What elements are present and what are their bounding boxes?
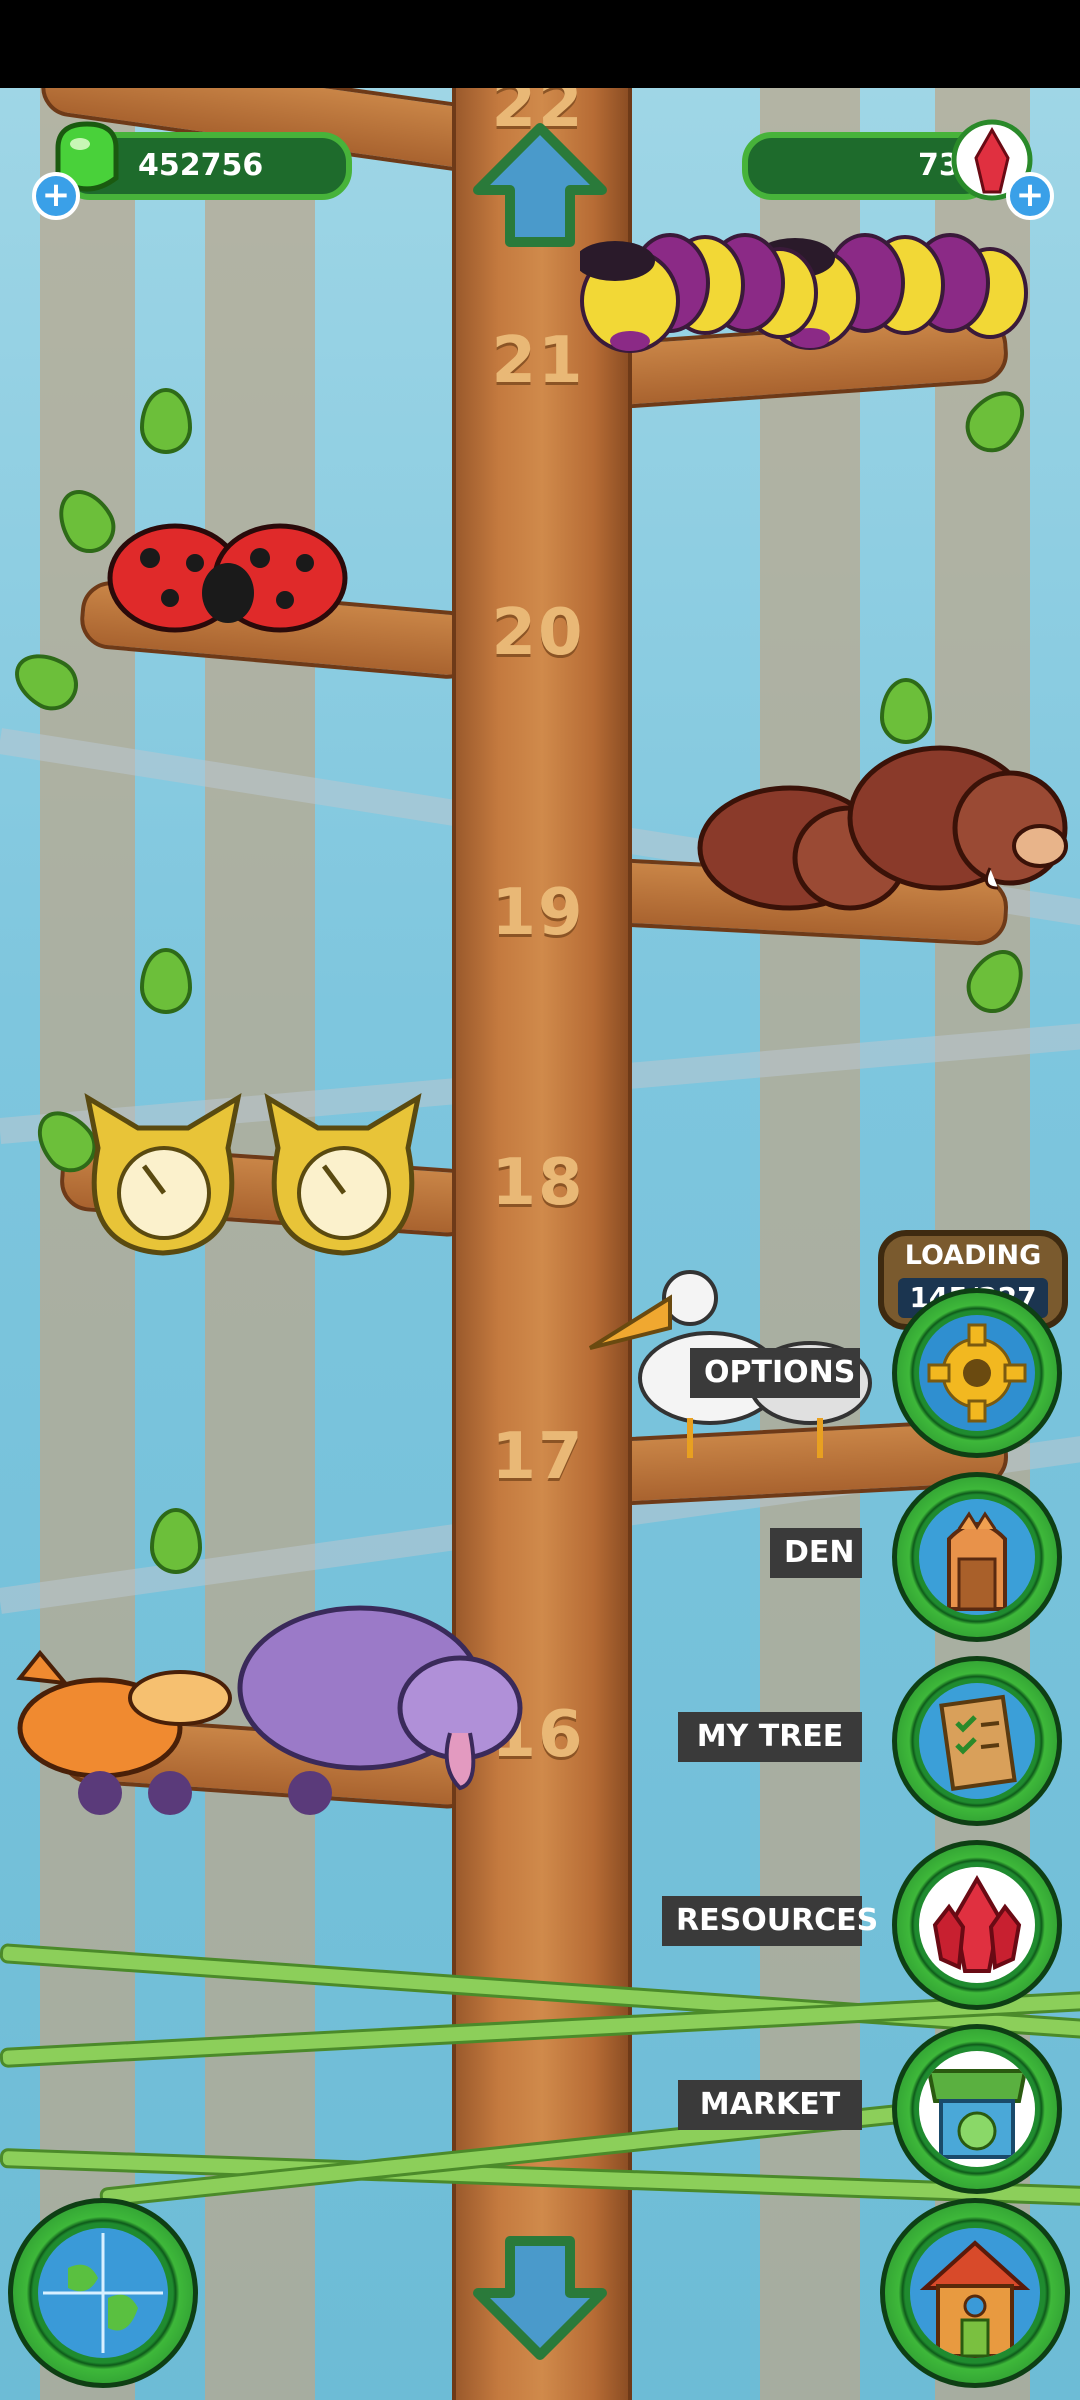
home-button[interactable] bbox=[880, 2198, 1070, 2388]
resources-label[interactable]: RESOURCES bbox=[662, 1896, 878, 1946]
add-red-gems-button[interactable]: + bbox=[1006, 172, 1054, 220]
loading-title: LOADING bbox=[904, 1240, 1042, 1271]
market-stall-icon bbox=[926, 2069, 1028, 2159]
globe-icon bbox=[43, 2233, 163, 2353]
world-map-button[interactable] bbox=[8, 2198, 198, 2388]
treehouse-icon bbox=[919, 2240, 1031, 2358]
leaf bbox=[140, 948, 192, 1014]
resources-button[interactable] bbox=[892, 1840, 1062, 2010]
scroll-down-arrow-icon[interactable] bbox=[470, 2233, 610, 2363]
leaf bbox=[140, 388, 192, 454]
checklist-icon bbox=[939, 1694, 1017, 1792]
options-button[interactable] bbox=[892, 1288, 1062, 1458]
clock-creature-pair[interactable] bbox=[78, 1088, 438, 1268]
market-button[interactable] bbox=[892, 2024, 1062, 2194]
den-label[interactable]: DEN bbox=[770, 1528, 862, 1578]
den-door-icon bbox=[947, 1511, 1007, 1611]
background-tree bbox=[760, 88, 860, 2400]
game-scene: 22 21 20 19 18 17 16 LOADING OPTIONS DEN… bbox=[0, 88, 1080, 2400]
gear-icon bbox=[927, 1323, 1027, 1423]
fox-and-tapir[interactable] bbox=[10, 1558, 530, 1818]
add-green-gems-button[interactable]: + bbox=[32, 172, 80, 220]
status-bar bbox=[0, 0, 1080, 88]
den-button[interactable] bbox=[892, 1472, 1062, 1642]
scroll-up-arrow-icon[interactable] bbox=[470, 120, 610, 250]
my-tree-button[interactable] bbox=[892, 1656, 1062, 1826]
ladybug-pair[interactable] bbox=[100, 508, 360, 638]
level-number-20: 20 bbox=[491, 596, 585, 670]
main-tree-trunk bbox=[452, 88, 632, 2400]
level-number-19: 19 bbox=[491, 876, 585, 950]
caterpillar-pair[interactable] bbox=[580, 213, 1040, 363]
my-tree-label[interactable]: MY TREE bbox=[678, 1712, 862, 1762]
level-number-18: 18 bbox=[491, 1146, 585, 1220]
options-label[interactable]: OPTIONS bbox=[690, 1348, 860, 1398]
red-crystal-icon bbox=[932, 1875, 1022, 1973]
boar-pair[interactable] bbox=[690, 718, 1070, 938]
market-label[interactable]: MARKET bbox=[678, 2080, 862, 2130]
green-gem-count: 452756 bbox=[138, 148, 264, 183]
